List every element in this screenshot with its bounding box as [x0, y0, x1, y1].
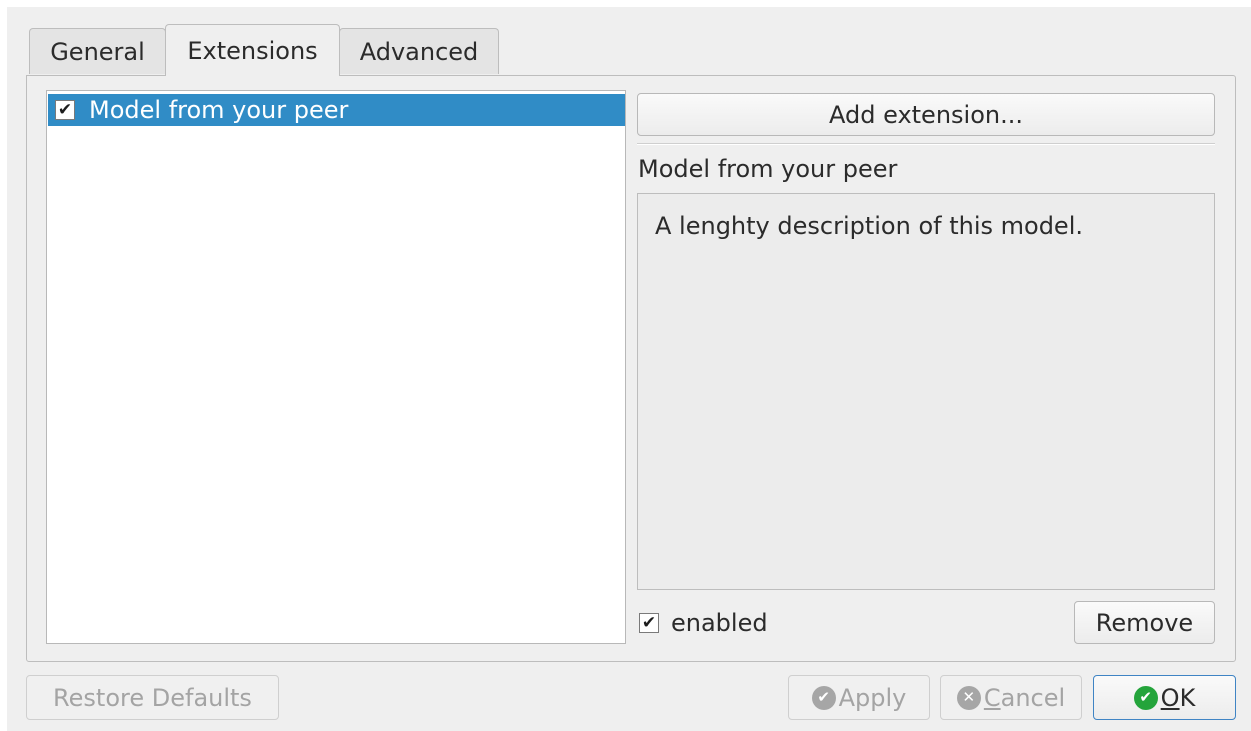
- list-item-checkbox[interactable]: ✔: [55, 100, 75, 120]
- description-box: A lenghty description of this model.: [637, 193, 1215, 590]
- extension-name: Model from your peer: [638, 155, 898, 183]
- extension-list[interactable]: ✔ Model from your peer: [46, 90, 626, 644]
- enabled-label: enabled: [671, 609, 768, 637]
- cancel-label: Cancel: [983, 683, 1066, 712]
- apply-label: Apply: [838, 683, 907, 712]
- list-item-label: Model from your peer: [89, 96, 349, 124]
- divider: [637, 143, 1215, 145]
- remove-button[interactable]: Remove: [1074, 601, 1215, 644]
- ok-label: OK: [1160, 683, 1196, 712]
- description-text: A lenghty description of this model.: [655, 212, 1083, 240]
- enabled-toggle[interactable]: ✔ enabled: [639, 609, 768, 637]
- tab-general[interactable]: General: [29, 28, 166, 74]
- apply-button[interactable]: ✔ Apply: [788, 675, 930, 720]
- tab-extensions[interactable]: Extensions: [165, 24, 340, 76]
- enabled-checkbox[interactable]: ✔: [639, 613, 659, 633]
- x-circle-icon: ✕: [956, 685, 981, 710]
- list-item[interactable]: ✔ Model from your peer: [48, 94, 625, 126]
- restore-defaults-button[interactable]: Restore Defaults: [26, 675, 279, 720]
- cancel-button[interactable]: ✕ Cancel: [940, 675, 1082, 720]
- tab-advanced[interactable]: Advanced: [339, 28, 499, 74]
- ok-button[interactable]: ✔ OK: [1093, 675, 1236, 720]
- add-extension-button[interactable]: Add extension...: [637, 93, 1215, 136]
- check-circle-icon: ✔: [811, 685, 836, 710]
- check-circle-icon: ✔: [1133, 685, 1158, 710]
